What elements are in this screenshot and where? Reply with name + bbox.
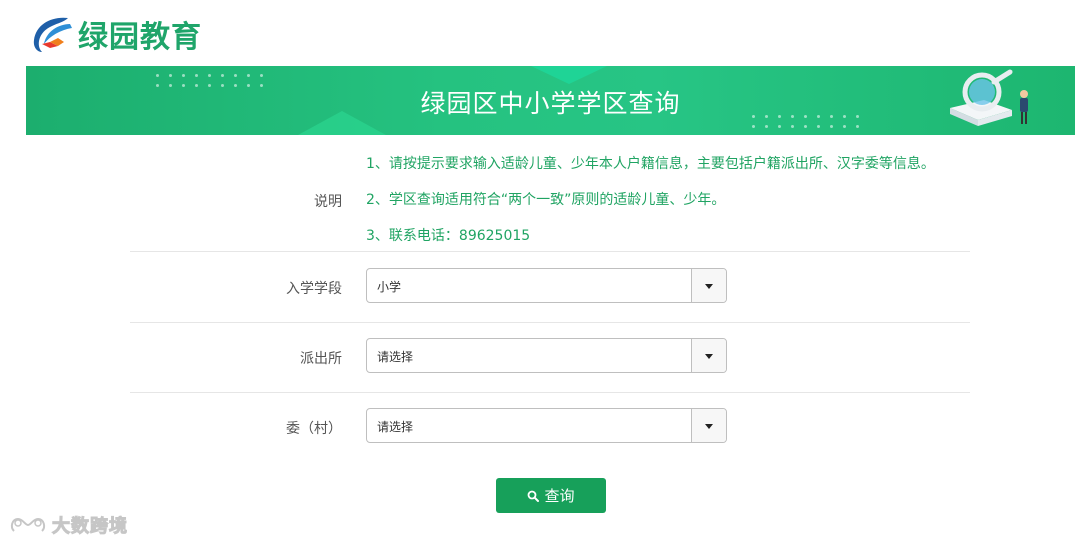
- committee-select[interactable]: 请选择: [366, 408, 727, 443]
- committee-label: 委（村）: [286, 421, 342, 437]
- police-station-label: 派出所: [300, 351, 342, 367]
- form-row-committee: 委（村） 请选择: [130, 392, 970, 462]
- police-station-dropdown-button[interactable]: [691, 339, 726, 372]
- caret-down-icon: [705, 424, 713, 429]
- instructions-label: 说明: [314, 194, 342, 210]
- instruction-line: 1、请按提示要求输入适龄儿童、少年本人户籍信息，主要包括户籍派出所、汉字委等信息…: [366, 156, 935, 172]
- query-button-label: 查询: [544, 487, 575, 505]
- watermark-text: 大数跨境: [52, 516, 128, 538]
- stage-label: 入学学段: [286, 281, 342, 297]
- brand-logo[interactable]: 绿园教育: [28, 12, 202, 56]
- page-title: 绿园区中小学学区查询: [420, 89, 681, 118]
- search-icon: [528, 490, 540, 502]
- banner-decoration: [531, 66, 607, 84]
- instructions-list: 1、请按提示要求输入适龄儿童、少年本人户籍信息，主要包括户籍派出所、汉字委等信息…: [366, 154, 935, 262]
- page: 绿园教育 绿园区中小学学区查询 说明 1、请按提示要求输入适龄儿童、少年本人户籍…: [0, 0, 1080, 546]
- police-station-select-value: 请选择: [377, 350, 414, 364]
- query-button[interactable]: 查询: [496, 478, 606, 513]
- magnifier-student-illustration: [950, 69, 1028, 126]
- watermark: 大数跨境: [8, 512, 128, 538]
- page-banner: 绿园区中小学学区查询: [26, 66, 1075, 135]
- stage-select[interactable]: 小学: [366, 268, 727, 303]
- book-swoosh-icon: [33, 17, 72, 53]
- brand-name: 绿园教育: [78, 20, 202, 55]
- form-row-police-station: 派出所 请选择: [130, 322, 970, 393]
- committee-select-value: 请选择: [377, 420, 414, 434]
- stage-select-value: 小学: [377, 280, 402, 294]
- form-row-stage: 入学学段 小学: [130, 252, 970, 323]
- infinity-logo-icon: [10, 517, 46, 532]
- instructions-section: 说明 1、请按提示要求输入适龄儿童、少年本人户籍信息，主要包括户籍派出所、汉字委…: [130, 144, 970, 252]
- stage-dropdown-button[interactable]: [691, 269, 726, 302]
- caret-down-icon: [705, 354, 713, 359]
- committee-dropdown-button[interactable]: [691, 409, 726, 442]
- caret-down-icon: [705, 284, 713, 289]
- police-station-select[interactable]: 请选择: [366, 338, 727, 373]
- instruction-line: 2、学区查询适用符合“两个一致”原则的适龄儿童、少年。: [366, 192, 726, 208]
